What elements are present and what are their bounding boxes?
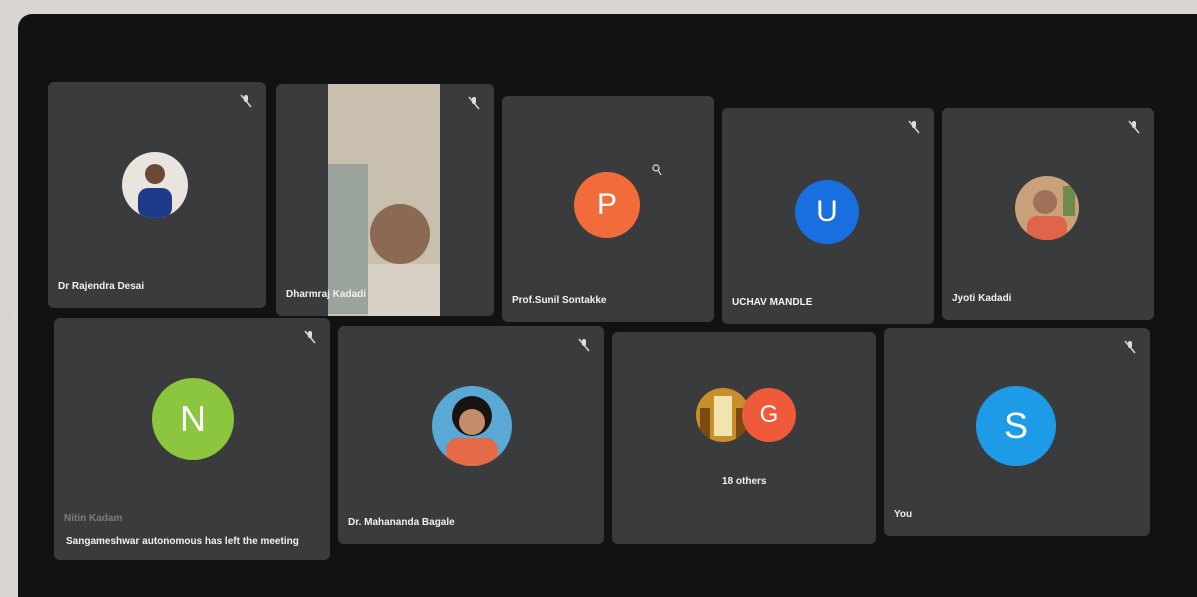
avatar: S <box>976 386 1056 466</box>
avatar: P <box>574 172 640 238</box>
others-label: 18 others <box>722 476 767 487</box>
participant-tile[interactable]: U UCHAV MANDLE <box>722 108 934 324</box>
avatar: U <box>795 180 859 244</box>
mic-off-icon <box>304 330 316 344</box>
participant-name: Dharmraj Kadadi <box>286 289 367 300</box>
mic-off-icon <box>578 338 590 352</box>
participant-name: You <box>894 509 913 520</box>
avatar-letter: U <box>816 195 838 228</box>
cursor-icon <box>652 164 662 176</box>
participant-name: Nitin Kadam <box>64 513 123 524</box>
participant-tile[interactable]: Dr Rajendra Desai <box>48 82 266 308</box>
mic-off-icon <box>1124 340 1136 354</box>
others-avatar: G <box>742 388 796 442</box>
avatar-letter: S <box>1003 405 1028 446</box>
mic-off-icon <box>1128 120 1140 134</box>
participant-name: Prof.Sunil Sontakke <box>512 295 607 306</box>
participant-tile[interactable]: Dharmraj Kadadi <box>276 84 494 316</box>
participant-name: Jyoti Kadadi <box>952 293 1012 304</box>
participant-tile[interactable]: N Nitin Kadam <box>54 318 330 560</box>
mic-off-icon <box>468 96 480 110</box>
avatar <box>432 386 512 466</box>
participant-name: UCHAV MANDLE <box>732 297 813 308</box>
participant-name: Dr. Mahananda Bagale <box>348 517 455 528</box>
participant-tile[interactable]: P Prof.Sunil Sontakke <box>502 96 714 322</box>
participant-tile[interactable]: Dr. Mahananda Bagale <box>338 326 604 544</box>
mic-off-icon <box>240 94 252 108</box>
avatar-letter: P <box>596 188 617 221</box>
mic-off-icon <box>908 120 920 134</box>
chevron-left-icon[interactable]: ‹ <box>6 300 13 326</box>
avatar <box>1015 176 1079 240</box>
others-tile[interactable]: G 18 others <box>612 332 876 544</box>
participant-name: Dr Rajendra Desai <box>58 281 145 292</box>
avatar-letter: G <box>759 401 779 428</box>
meeting-notification: Sangameshwar autonomous has left the mee… <box>66 536 299 547</box>
avatar-letter: N <box>180 398 206 439</box>
participant-video <box>328 84 440 316</box>
participant-tile[interactable]: S You <box>884 328 1150 536</box>
avatar: N <box>152 378 234 460</box>
avatar <box>122 152 188 218</box>
participant-tile[interactable]: Jyoti Kadadi <box>942 108 1154 320</box>
